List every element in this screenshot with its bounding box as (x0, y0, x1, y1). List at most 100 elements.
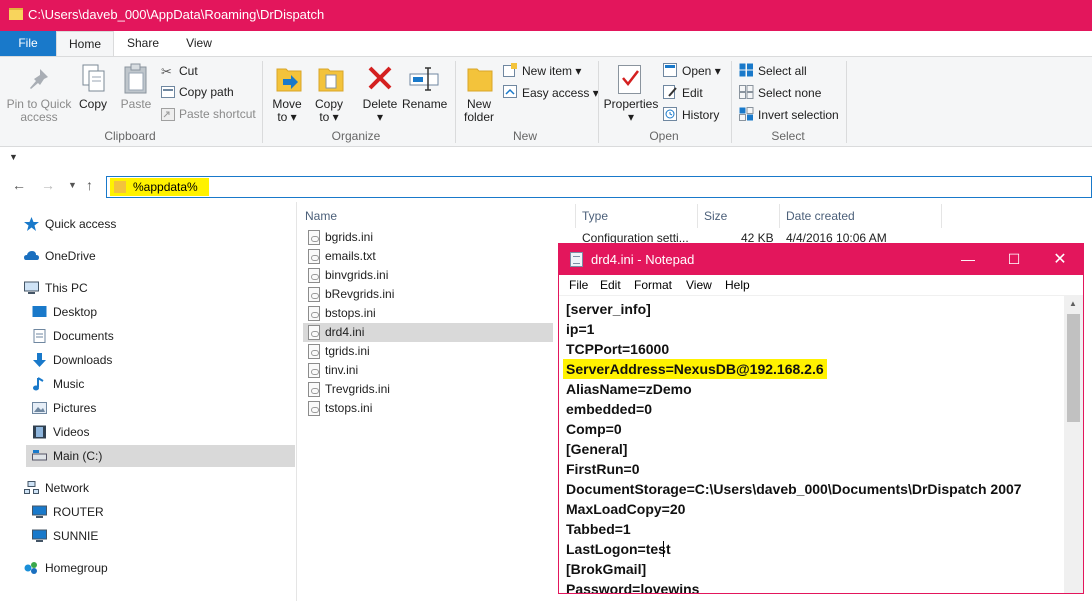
nav-item-homegroup[interactable]: Homegroup (24, 557, 284, 579)
properties-button[interactable]: Properties ▾ (602, 98, 660, 124)
folder-icon (9, 8, 23, 20)
nav-item-network[interactable]: Network (24, 477, 284, 499)
copy-path-button[interactable]: Copy path (179, 85, 234, 99)
close-icon[interactable]: ✕ (1037, 244, 1083, 275)
up-arrow-icon[interactable]: ↑ (86, 177, 93, 193)
pin-to-quick-access-button[interactable]: Pin to Quick access (4, 98, 74, 124)
paste-shortcut-button[interactable]: Paste shortcut (179, 107, 256, 121)
nav-label: Main (C:) (53, 449, 103, 463)
delete-button[interactable]: Delete ▾ (360, 98, 400, 124)
ini-file-icon (308, 268, 320, 283)
edit-icon (663, 85, 677, 99)
table-row[interactable]: binvgrids.ini (303, 266, 553, 285)
address-row: ← → ▼ ↑ %appdata% (0, 170, 1092, 202)
cut-button[interactable]: Cut (179, 64, 198, 78)
column-divider[interactable] (941, 204, 942, 228)
tab-share[interactable]: Share (118, 31, 168, 56)
nav-item-router[interactable]: ROUTER (32, 501, 284, 523)
menu-format[interactable]: Format (634, 278, 672, 292)
easy-access-button[interactable]: Easy access ▾ (522, 86, 599, 100)
nav-item-music[interactable]: Music (32, 373, 284, 395)
ribbon-separator (262, 61, 263, 143)
nav-item-downloads[interactable]: Downloads (32, 349, 284, 371)
new-item-button[interactable]: New item ▾ (522, 64, 581, 78)
open-button[interactable]: Open ▾ (682, 64, 721, 78)
tab-home[interactable]: Home (56, 31, 114, 57)
table-row[interactable]: bRevgrids.ini (303, 285, 553, 304)
column-divider[interactable] (697, 204, 698, 228)
copy-to-button[interactable]: Copy to ▾ (312, 98, 346, 124)
recent-locations-chevron-icon[interactable]: ▼ (68, 180, 77, 190)
nav-item-quick-access[interactable]: Quick access (24, 213, 284, 235)
ribbon-separator (455, 61, 456, 143)
nav-label: Network (45, 481, 90, 495)
maximize-icon[interactable]: ☐ (991, 244, 1037, 275)
table-row[interactable]: bstops.ini (303, 304, 553, 323)
nav-item-this-pc[interactable]: This PC (24, 277, 284, 299)
select-none-button[interactable]: Select none (758, 86, 821, 100)
organize-group-label: Organize (331, 129, 381, 143)
notepad-menu-bar: File Edit Format View Help (559, 275, 1083, 296)
nav-item-documents[interactable]: Documents (32, 325, 284, 347)
new-folder-button[interactable]: New folder (460, 98, 498, 124)
network-icon (24, 481, 39, 494)
ini-file-icon (308, 401, 320, 416)
table-row-selected[interactable]: drd4.ini (303, 323, 553, 342)
scroll-up-icon[interactable]: ▲ (1069, 299, 1077, 308)
column-header-date-created[interactable]: Date created (786, 209, 855, 223)
move-to-button[interactable]: Move to ▾ (270, 98, 304, 124)
table-row[interactable]: bgrids.ini (303, 228, 553, 247)
forward-arrow-icon[interactable]: → (41, 177, 55, 193)
nav-item-onedrive[interactable]: OneDrive (24, 245, 284, 267)
pin-icon (30, 69, 48, 89)
minimize-icon[interactable]: — (945, 244, 991, 275)
paste-shortcut-icon (161, 108, 175, 121)
text-line: [BrokGmail] (566, 561, 647, 577)
nav-item-pictures[interactable]: Pictures (32, 397, 284, 419)
back-arrow-icon[interactable]: ← (12, 177, 26, 193)
history-button[interactable]: History (682, 108, 719, 122)
table-row[interactable]: tinv.ini (303, 361, 553, 380)
notepad-title-bar[interactable]: drd4.ini - Notepad — ☐ ✕ (559, 244, 1083, 275)
notepad-text-area[interactable]: [server_info] ip=1 TCPPort=16000 ServerA… (559, 296, 1064, 593)
menu-help[interactable]: Help (725, 278, 750, 292)
column-divider[interactable] (779, 204, 780, 228)
nav-item-videos[interactable]: Videos (32, 421, 284, 443)
nav-label: Quick access (45, 217, 117, 231)
menu-view[interactable]: View (686, 278, 712, 292)
customize-toolbar-icon[interactable]: ▼ (9, 152, 18, 162)
desktop-icon (32, 306, 47, 317)
nav-item-main-c[interactable]: Main (C:) (26, 445, 295, 467)
table-row[interactable]: tgrids.ini (303, 342, 553, 361)
table-row[interactable]: emails.txt (303, 247, 553, 266)
copy-button[interactable]: Copy (76, 98, 110, 111)
notepad-window[interactable]: drd4.ini - Notepad — ☐ ✕ File Edit Forma… (558, 243, 1084, 594)
window-title-bar[interactable]: C:\Users\daveb_000\AppData\Roaming\DrDis… (0, 0, 1092, 31)
edit-button[interactable]: Edit (682, 86, 703, 100)
column-divider[interactable] (575, 204, 576, 228)
scrollbar-thumb[interactable] (1067, 314, 1080, 422)
nav-label: Homegroup (45, 561, 108, 575)
ini-file-icon (308, 287, 320, 302)
rename-button[interactable]: Rename (402, 98, 447, 111)
notepad-vertical-scrollbar[interactable]: ▲ (1064, 296, 1083, 593)
column-header-name[interactable]: Name (305, 209, 337, 223)
table-row[interactable]: Trevgrids.ini (303, 380, 553, 399)
address-bar[interactable]: %appdata% (106, 176, 1092, 198)
menu-file[interactable]: File (569, 278, 588, 292)
paste-button[interactable]: Paste (118, 98, 154, 111)
delete-icon (368, 66, 392, 90)
tab-view[interactable]: View (174, 31, 224, 56)
tab-file[interactable]: File (0, 31, 56, 56)
invert-selection-button[interactable]: Invert selection (758, 108, 839, 122)
nav-item-desktop[interactable]: Desktop (32, 301, 284, 323)
table-row[interactable]: tstops.ini (303, 399, 553, 418)
new-folder-label-2: folder (463, 110, 495, 124)
column-header-type[interactable]: Type (582, 209, 608, 223)
select-all-button[interactable]: Select all (758, 64, 807, 78)
menu-edit[interactable]: Edit (600, 278, 621, 292)
column-header-size[interactable]: Size (704, 209, 727, 223)
nav-item-sunnie[interactable]: SUNNIE (32, 525, 284, 547)
nav-label: ROUTER (53, 505, 104, 519)
text-line: Tabbed=1 (566, 521, 631, 537)
